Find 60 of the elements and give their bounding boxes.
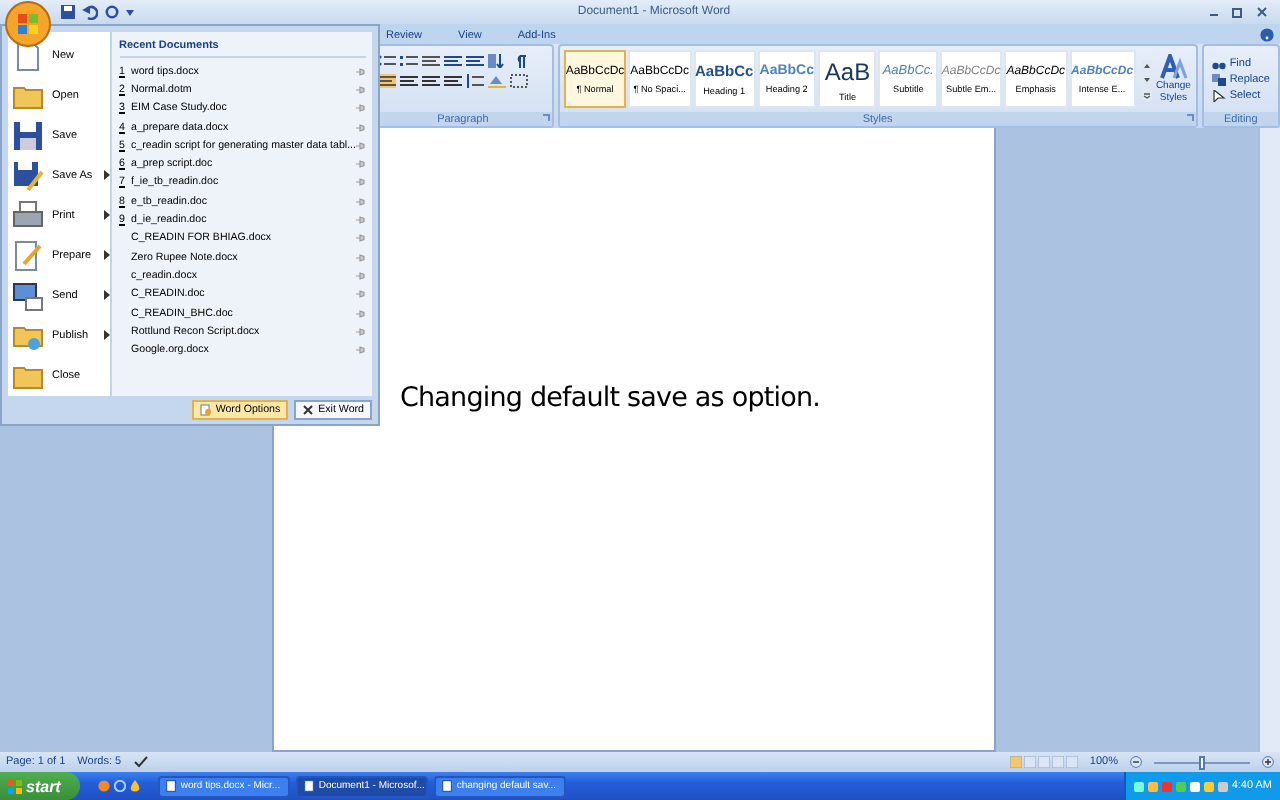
align-center-icon[interactable]: [400, 74, 418, 88]
change-styles-icon: [1159, 54, 1188, 80]
dialog-launcher-icon[interactable]: [1185, 114, 1194, 122]
line-spacing-icon[interactable]: [466, 74, 484, 88]
pin-icon[interactable]: [356, 346, 366, 355]
help-icon[interactable]: [1260, 28, 1274, 42]
align-right-icon[interactable]: [422, 74, 440, 88]
pin-icon[interactable]: [356, 160, 366, 169]
pin-icon[interactable]: [356, 271, 366, 280]
outline-icon[interactable]: [1051, 756, 1064, 768]
document-icon: [166, 780, 177, 792]
binoculars-icon: [1211, 57, 1226, 69]
pin-icon[interactable]: [356, 141, 366, 150]
increase-indent-icon[interactable]: [466, 54, 484, 68]
style-preview: AaB: [824, 57, 871, 85]
pin-icon[interactable]: [356, 67, 366, 76]
web-layout-icon[interactable]: [1037, 756, 1050, 768]
justify-icon[interactable]: [444, 74, 462, 88]
borders-icon[interactable]: [510, 74, 528, 88]
document-icon: [442, 780, 453, 792]
document-gear-icon: [199, 404, 212, 416]
pin-icon[interactable]: [356, 253, 366, 262]
print-layout-icon[interactable]: [1009, 756, 1022, 768]
decrease-indent-icon[interactable]: [444, 54, 462, 68]
pin-icon[interactable]: [356, 123, 366, 132]
zoom-in-icon[interactable]: [1262, 756, 1274, 768]
pin-icon[interactable]: [356, 327, 366, 336]
pin-icon[interactable]: [356, 234, 366, 243]
restore-icon[interactable]: [1232, 6, 1244, 18]
draft-icon[interactable]: [1065, 756, 1078, 768]
pin-icon[interactable]: [356, 85, 366, 94]
save-icon[interactable]: [60, 4, 76, 20]
replace-icon: [1211, 73, 1226, 85]
x-mark-icon: [302, 404, 315, 416]
dialog-launcher-icon[interactable]: [541, 114, 550, 122]
pin-icon[interactable]: [356, 290, 366, 299]
sort-icon[interactable]: [488, 54, 506, 68]
vertical-scrollbar[interactable]: [1258, 128, 1280, 752]
close-icon[interactable]: [1256, 6, 1268, 18]
undo-icon[interactable]: [82, 4, 98, 20]
pin-icon[interactable]: [356, 197, 366, 206]
numbering-icon[interactable]: [400, 54, 418, 68]
pin-icon[interactable]: [356, 104, 366, 113]
document-text: Changing default save as option.: [400, 382, 823, 414]
scroll-down-icon[interactable]: [1141, 73, 1152, 85]
zoom-slider-thumb[interactable]: [1199, 755, 1205, 769]
flame-icon[interactable]: [130, 780, 141, 792]
proofing-icon[interactable]: [133, 756, 148, 768]
pin-icon[interactable]: [356, 216, 366, 225]
scroll-up-icon[interactable]: [1141, 59, 1152, 71]
more-icon[interactable]: [1141, 87, 1152, 99]
pin-icon[interactable]: [356, 309, 366, 317]
pin-icon[interactable]: [356, 178, 366, 187]
zoom-out-icon[interactable]: [1130, 756, 1142, 768]
cursor-icon: [1211, 89, 1226, 101]
full-screen-icon[interactable]: [1023, 756, 1036, 768]
multilevel-list-icon[interactable]: [422, 54, 440, 68]
customize-caret-icon[interactable]: [126, 6, 134, 18]
document-icon: [304, 780, 315, 792]
windows-logo-icon: [8, 779, 22, 793]
